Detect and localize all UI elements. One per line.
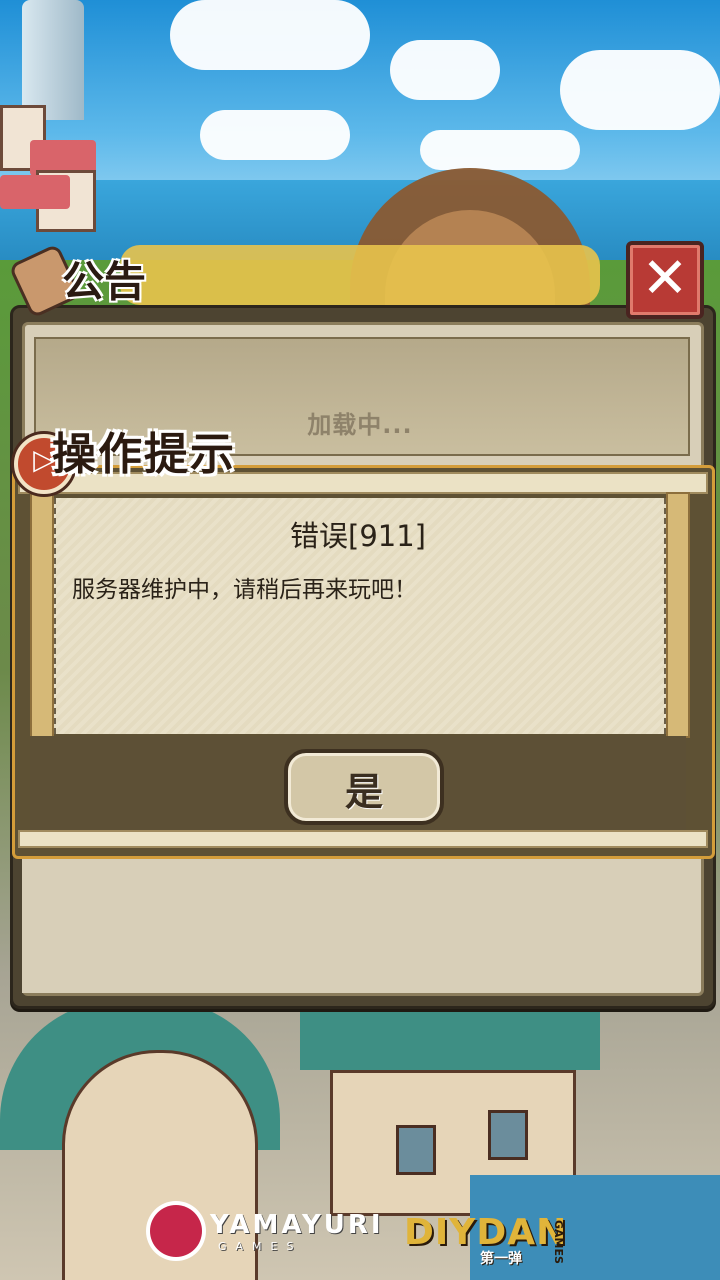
- developer-logo-sub: 第一弹: [480, 1251, 522, 1267]
- window: [396, 1125, 436, 1175]
- confirm-button[interactable]: 是: [284, 749, 444, 825]
- announcement-title: 公告: [62, 257, 147, 306]
- yamayuri-flower-icon: [150, 1205, 202, 1257]
- cloud: [390, 40, 500, 100]
- window: [488, 1110, 528, 1160]
- dialog-title: 操作提示: [52, 429, 236, 480]
- announcement-footer-area: [22, 856, 698, 993]
- cloud: [170, 0, 370, 70]
- game-logo-backdrop: [120, 245, 600, 305]
- confirm-button-label: 是: [344, 770, 383, 814]
- dialog-right-border: [666, 492, 690, 738]
- developer-logo: DIYDAN: [404, 1212, 568, 1253]
- roof: [300, 1010, 600, 1070]
- dialog-bottom-bar: [18, 830, 708, 848]
- error-heading: 错误[911]: [290, 519, 426, 553]
- cloud: [200, 110, 350, 160]
- dialog-left-border: [30, 492, 54, 738]
- publisher-logo: YAMAYURI: [210, 1210, 384, 1240]
- cloud: [420, 130, 580, 170]
- close-button[interactable]: ✕: [626, 241, 704, 319]
- publisher-logo-sub: GAMES: [218, 1240, 303, 1253]
- error-message: 服务器维护中，请稍后再来玩吧！: [72, 577, 417, 603]
- lighthouse: [22, 0, 84, 120]
- cloud: [560, 50, 720, 130]
- roof: [0, 175, 70, 209]
- close-x-icon: ✕: [641, 246, 689, 311]
- developer-logo-side: GAMES: [552, 1220, 565, 1264]
